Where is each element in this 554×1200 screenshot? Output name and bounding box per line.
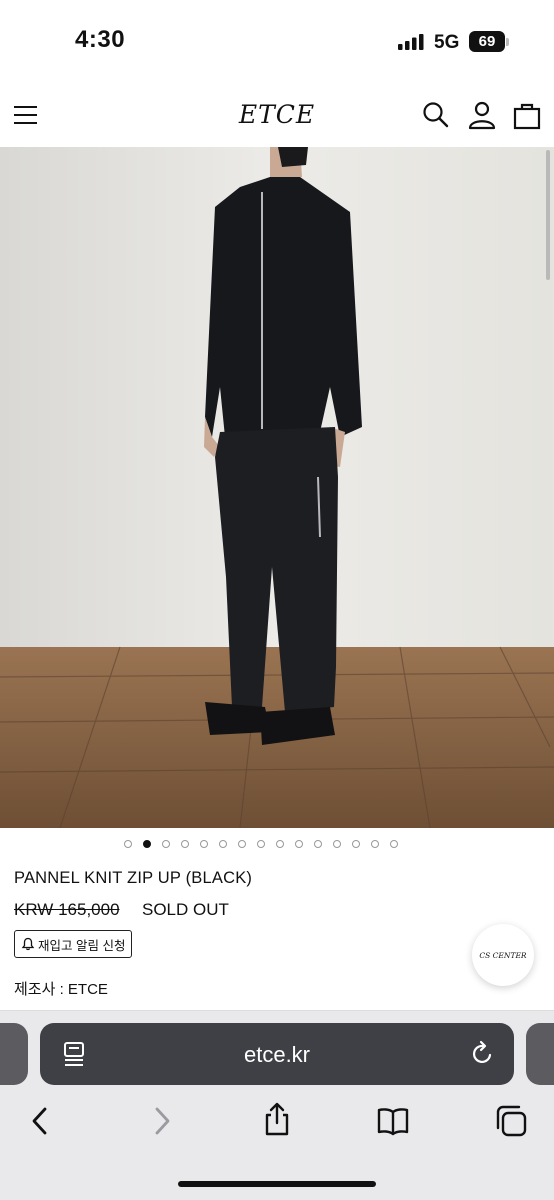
gallery-dot[interactable] — [333, 840, 341, 848]
gallery-dot[interactable] — [276, 840, 284, 848]
gallery-dot-active[interactable] — [143, 840, 151, 848]
cs-center-button[interactable]: CS CENTER — [472, 924, 534, 986]
gallery-dot[interactable] — [390, 840, 398, 848]
page-scrollbar[interactable] — [546, 150, 550, 280]
signal-icon — [398, 34, 424, 50]
gallery-pagination — [124, 840, 398, 848]
back-icon[interactable] — [24, 1104, 58, 1138]
product-name: PANNEL KNIT ZIP UP (BLACK) — [14, 869, 253, 887]
gallery-dot[interactable] — [181, 840, 189, 848]
gallery-dot[interactable] — [352, 840, 360, 848]
forward-icon[interactable] — [144, 1104, 178, 1138]
restock-alert-button[interactable]: 재입고 알림 신청 — [14, 930, 133, 958]
home-indicator[interactable] — [178, 1181, 376, 1187]
battery-cap — [506, 38, 509, 46]
product-price: KRW 165,000 — [14, 900, 120, 919]
search-icon[interactable] — [421, 100, 451, 130]
share-icon[interactable] — [260, 1102, 294, 1136]
gallery-dot[interactable] — [238, 840, 246, 848]
gallery-dot[interactable] — [371, 840, 379, 848]
cs-center-label: CS CENTER — [479, 950, 527, 960]
bell-icon — [21, 937, 35, 951]
manufacturer-info: 제조사 : ETCE — [14, 981, 108, 998]
previous-tab-peek[interactable] — [0, 1023, 28, 1085]
next-tab-peek[interactable] — [526, 1023, 554, 1085]
cart-icon[interactable] — [512, 100, 542, 130]
gallery-dot[interactable] — [200, 840, 208, 848]
tabs-icon[interactable] — [494, 1104, 528, 1138]
account-icon[interactable] — [467, 100, 497, 130]
url-text[interactable]: etce.kr — [40, 1042, 514, 1068]
gallery-dot[interactable] — [162, 840, 170, 848]
restock-label: 재입고 알림 신청 — [38, 938, 126, 953]
product-image[interactable] — [0, 147, 554, 828]
bookmarks-icon[interactable] — [376, 1104, 410, 1138]
network-label: 5G — [434, 32, 460, 53]
status-time: 4:30 — [75, 26, 126, 53]
gallery-dot[interactable] — [314, 840, 322, 848]
gallery-dot[interactable] — [124, 840, 132, 848]
sold-out-label: SOLD OUT — [142, 900, 229, 919]
battery-indicator: 69 — [469, 31, 505, 52]
gallery-dot[interactable] — [219, 840, 227, 848]
gallery-dot[interactable] — [295, 840, 303, 848]
gallery-dot[interactable] — [257, 840, 265, 848]
reload-icon[interactable] — [470, 1040, 496, 1068]
